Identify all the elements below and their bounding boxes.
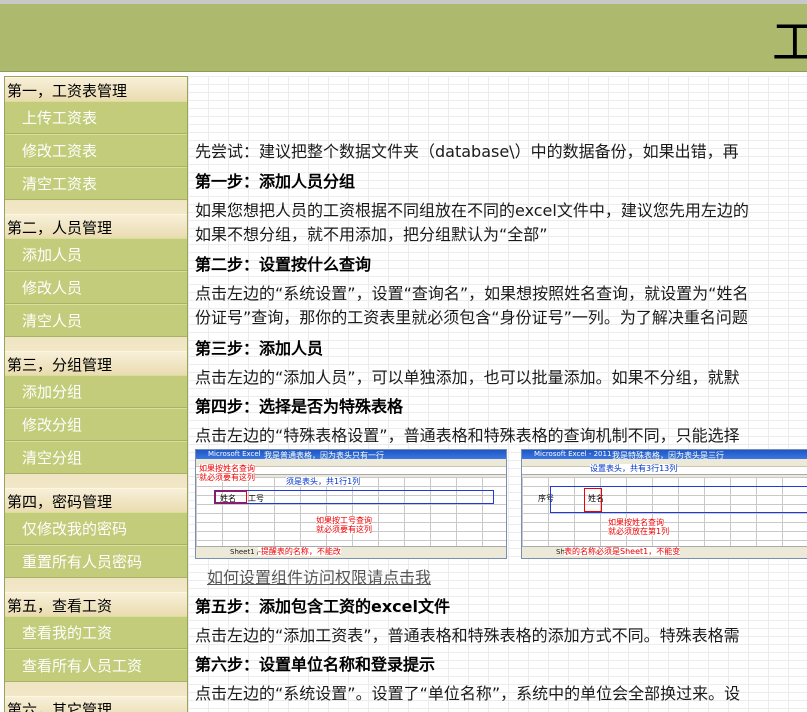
id-query-note: 如果按工号查询: [316, 516, 372, 525]
permission-help-link-text[interactable]: 如何设置组件访问权限请点击我: [207, 568, 431, 587]
step2-text: 点击左边的“系统设置”，设置“查询名”，如果想按照姓名查询，就设置为“姓名: [195, 284, 749, 303]
step5-text: 点击左边的“添加工资表”，普通表格和特殊表格的添加方式不同。特殊表格需: [195, 626, 740, 645]
sidebar-item-reset-all-passwords[interactable]: 重置所有人员密码: [5, 545, 187, 578]
name-query-note: 如果按姓名查询: [199, 464, 255, 473]
normal-table-note: 我是普通表格，因为表头只有一行: [264, 451, 384, 460]
sidebar-section-other: 第六，其它管理: [5, 696, 187, 712]
header-row-highlight: [214, 490, 494, 504]
sidebar-item-edit-person[interactable]: 修改人员: [5, 271, 187, 304]
sidebar-item-clear-salary-table[interactable]: 清空工资表: [5, 167, 187, 200]
name-query-note: 如果按姓名查询: [608, 518, 664, 527]
sidebar-item-change-my-password[interactable]: 仅修改我的密码: [5, 512, 187, 545]
sidebar-spacer: [5, 337, 187, 351]
step3-title: 第三步：添加人员: [195, 339, 324, 358]
sidebar-section-password: 第四，密码管理: [5, 488, 187, 512]
step1-text: 如果您想把人员的工资根据不同组放在不同的excel文件中，建议您先用左边的: [195, 201, 749, 220]
sidebar-section-groups: 第三，分组管理: [5, 351, 187, 375]
special-table-note: 我是特殊表格，因为表头是三行: [612, 451, 724, 460]
special-header-note: 设置表头，共有3行13列: [590, 464, 678, 473]
name-column-highlight: [584, 488, 602, 512]
step4-title: 第四步：选择是否为特殊表格: [195, 397, 404, 416]
excel-cell-grid: [196, 477, 506, 546]
sidebar-item-upload-salary-table[interactable]: 上传工资表: [5, 101, 187, 134]
step1-text-continued: 如果不想分组，就不用添加，把分组默认为“全部”: [195, 225, 548, 244]
instructions-panel: 先尝试：建议把整个数据文件夹（database\）中的数据备份，如果出错，再 第…: [188, 76, 807, 712]
sidebar-spacer: [5, 474, 187, 488]
step4-text: 点击左边的“特殊表格设置”，普通表格和特殊表格的查询机制不同，只能选择: [195, 426, 740, 445]
sidebar-section-view-salary: 第五，查看工资: [5, 592, 187, 616]
page: 工 第一，工资表管理 上传工资表 修改工资表 清空工资表 第二，人员管理 添加人…: [0, 0, 807, 712]
sheet-name-note: 表的名称必须是Sheet1，不能变: [564, 547, 681, 556]
step2-title: 第二步：设置按什么查询: [195, 255, 372, 274]
sidebar-item-clear-people[interactable]: 清空人员: [5, 304, 187, 337]
sidebar-item-edit-group[interactable]: 修改分组: [5, 408, 187, 441]
sidebar-item-add-person[interactable]: 添加人员: [5, 238, 187, 271]
sidebar-menu: 第一，工资表管理 上传工资表 修改工资表 清空工资表 第二，人员管理 添加人员 …: [4, 76, 188, 712]
sidebar-item-add-group[interactable]: 添加分组: [5, 375, 187, 408]
header-row-note: 须是表头，共1行1列: [286, 477, 361, 486]
sidebar-item-view-my-salary[interactable]: 查看我的工资: [5, 616, 187, 649]
excel-sheet-tabs: Sheet1 / Sheet2 / Sheet3: [196, 546, 506, 558]
sidebar-spacer: [5, 682, 187, 696]
name-first-column-note: 就必须放在第1列: [608, 527, 670, 536]
special-table-screenshot: Microsoft Excel - 2011 Sheet1 / Sheet2 /…: [521, 449, 807, 559]
step6-text: 点击左边的“系统设置”。设置了“单位名称”，系统中的单位会全部换过来。设: [195, 684, 741, 703]
step3-text: 点击左边的“添加人员”，可以单独添加，也可以批量添加。如果不分组，就默: [195, 368, 740, 387]
header-banner: 工: [0, 0, 807, 72]
header-title: 工: [772, 16, 807, 68]
id-required-note: 就必须要有这列: [316, 525, 372, 534]
step6-title: 第六步：设置单位名称和登录提示: [195, 655, 436, 674]
step5-title: 第五步：添加包含工资的excel文件: [195, 597, 450, 616]
sheet-name-note: -提醒表的名称，不能改: [258, 547, 341, 556]
normal-table-screenshot: Microsoft Excel Sheet1 / Sheet2 / Sheet3…: [195, 449, 507, 559]
intro-text: 先尝试：建议把整个数据文件夹（database\）中的数据备份，如果出错，再: [195, 142, 739, 161]
sidebar-section-salary-table: 第一，工资表管理: [5, 77, 187, 101]
step1-title: 第一步：添加人员分组: [195, 172, 356, 191]
sidebar-item-edit-salary-table[interactable]: 修改工资表: [5, 134, 187, 167]
sidebar-spacer: [5, 200, 187, 214]
sidebar-item-view-all-salaries[interactable]: 查看所有人员工资: [5, 649, 187, 682]
name-required-note: 就必须要有这列: [199, 473, 255, 482]
permission-help-link[interactable]: 如何设置组件访问权限请点击我: [207, 567, 431, 589]
sidebar-spacer: [5, 578, 187, 592]
sidebar-section-people: 第二，人员管理: [5, 214, 187, 238]
sidebar-item-clear-groups[interactable]: 清空分组: [5, 441, 187, 474]
step2-text-continued: 份证号”查询，那你的工资表里就必须包含“身份证号”一列。为了解决重名问题: [195, 308, 748, 327]
